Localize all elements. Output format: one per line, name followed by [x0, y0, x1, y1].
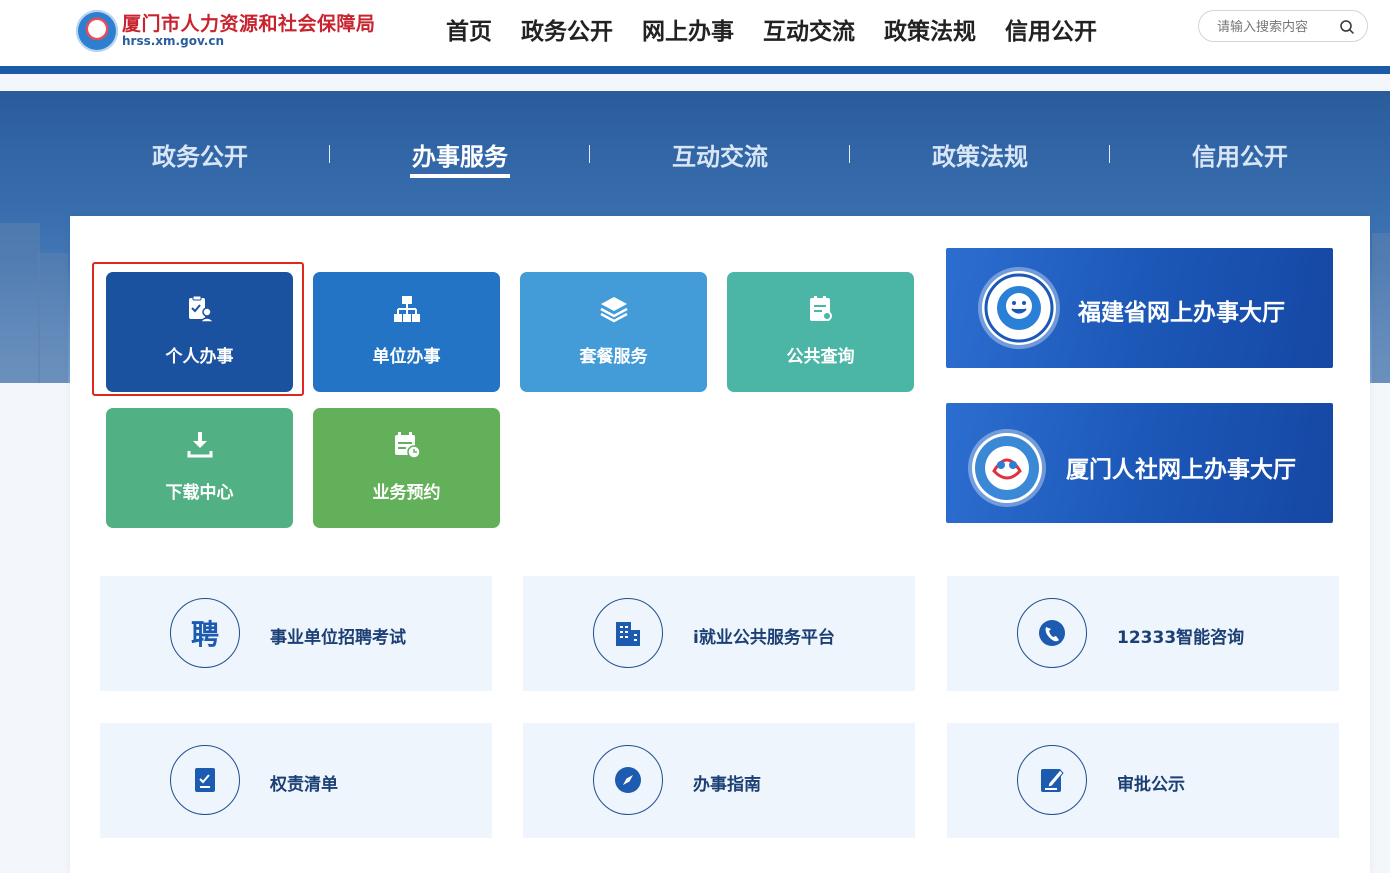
xiamen-hrss-hall-banner[interactable]: 厦门人社网上办事大厅: [946, 403, 1333, 523]
link-responsibility-list[interactable]: 权责清单: [100, 723, 492, 838]
link-label: 办事指南: [693, 775, 761, 795]
tile-appointment[interactable]: 业务预约: [313, 408, 500, 528]
tile-public-query[interactable]: 公共查询: [727, 272, 914, 392]
xiamen-hrss-emblem-icon: [972, 433, 1042, 503]
selection-highlight: [92, 262, 304, 396]
link-label: i就业公共服务平台: [693, 628, 835, 648]
fujian-hall-emblem-icon: [982, 271, 1056, 345]
link-label: 权责清单: [270, 775, 338, 795]
link-public-institution-exam[interactable]: 聘 事业单位招聘考试: [100, 576, 492, 691]
link-employment-platform[interactable]: i就业公共服务平台: [523, 576, 915, 691]
tile-employer-services[interactable]: 单位办事: [313, 272, 500, 392]
hall-title: 福建省网上办事大厅: [1078, 300, 1285, 326]
hall-title: 厦门人社网上办事大厅: [1066, 457, 1296, 483]
section-nav-services[interactable]: 办事服务: [412, 137, 508, 172]
section-nav-policies[interactable]: 政策法规: [932, 137, 1028, 172]
layers-icon: [599, 297, 628, 323]
tile-label: 单位办事: [372, 347, 441, 367]
section-nav-gov-affairs[interactable]: 政务公开: [152, 137, 248, 172]
tile-download-center[interactable]: 下载中心: [106, 408, 293, 528]
link-12333-consult[interactable]: 12333智能咨询: [947, 576, 1339, 691]
phone-consult-icon: [1017, 598, 1087, 668]
active-tab-underline: [410, 174, 510, 178]
checklist-icon: [170, 745, 240, 815]
link-label: 事业单位招聘考试: [270, 628, 406, 648]
section-nav-interaction[interactable]: 互动交流: [672, 137, 768, 172]
download-icon: [187, 432, 212, 458]
recruit-char-icon: 聘: [170, 598, 240, 668]
tile-label: 公共查询: [786, 347, 855, 367]
link-service-guide[interactable]: 办事指南: [523, 723, 915, 838]
edit-doc-icon: [1017, 745, 1087, 815]
document-search-icon: [809, 296, 832, 321]
tile-label: 下载中心: [165, 483, 234, 503]
compass-icon: [593, 745, 663, 815]
link-label: 审批公示: [1117, 775, 1185, 795]
tile-label: 套餐服务: [579, 347, 648, 367]
calendar-clock-icon: [394, 432, 421, 459]
org-chart-icon: [393, 296, 420, 322]
link-label: 12333智能咨询: [1117, 628, 1245, 648]
fujian-online-hall-banner[interactable]: 福建省网上办事大厅: [946, 248, 1333, 368]
link-approval-publicity[interactable]: 审批公示: [947, 723, 1339, 838]
building-icon: [593, 598, 663, 668]
section-nav-credit[interactable]: 信用公开: [1192, 137, 1288, 172]
tile-label: 业务预约: [372, 483, 441, 503]
section-nav: 政务公开 办事服务 互动交流 政策法规 信用公开: [0, 0, 1390, 178]
tile-package-services[interactable]: 套餐服务: [520, 272, 707, 392]
